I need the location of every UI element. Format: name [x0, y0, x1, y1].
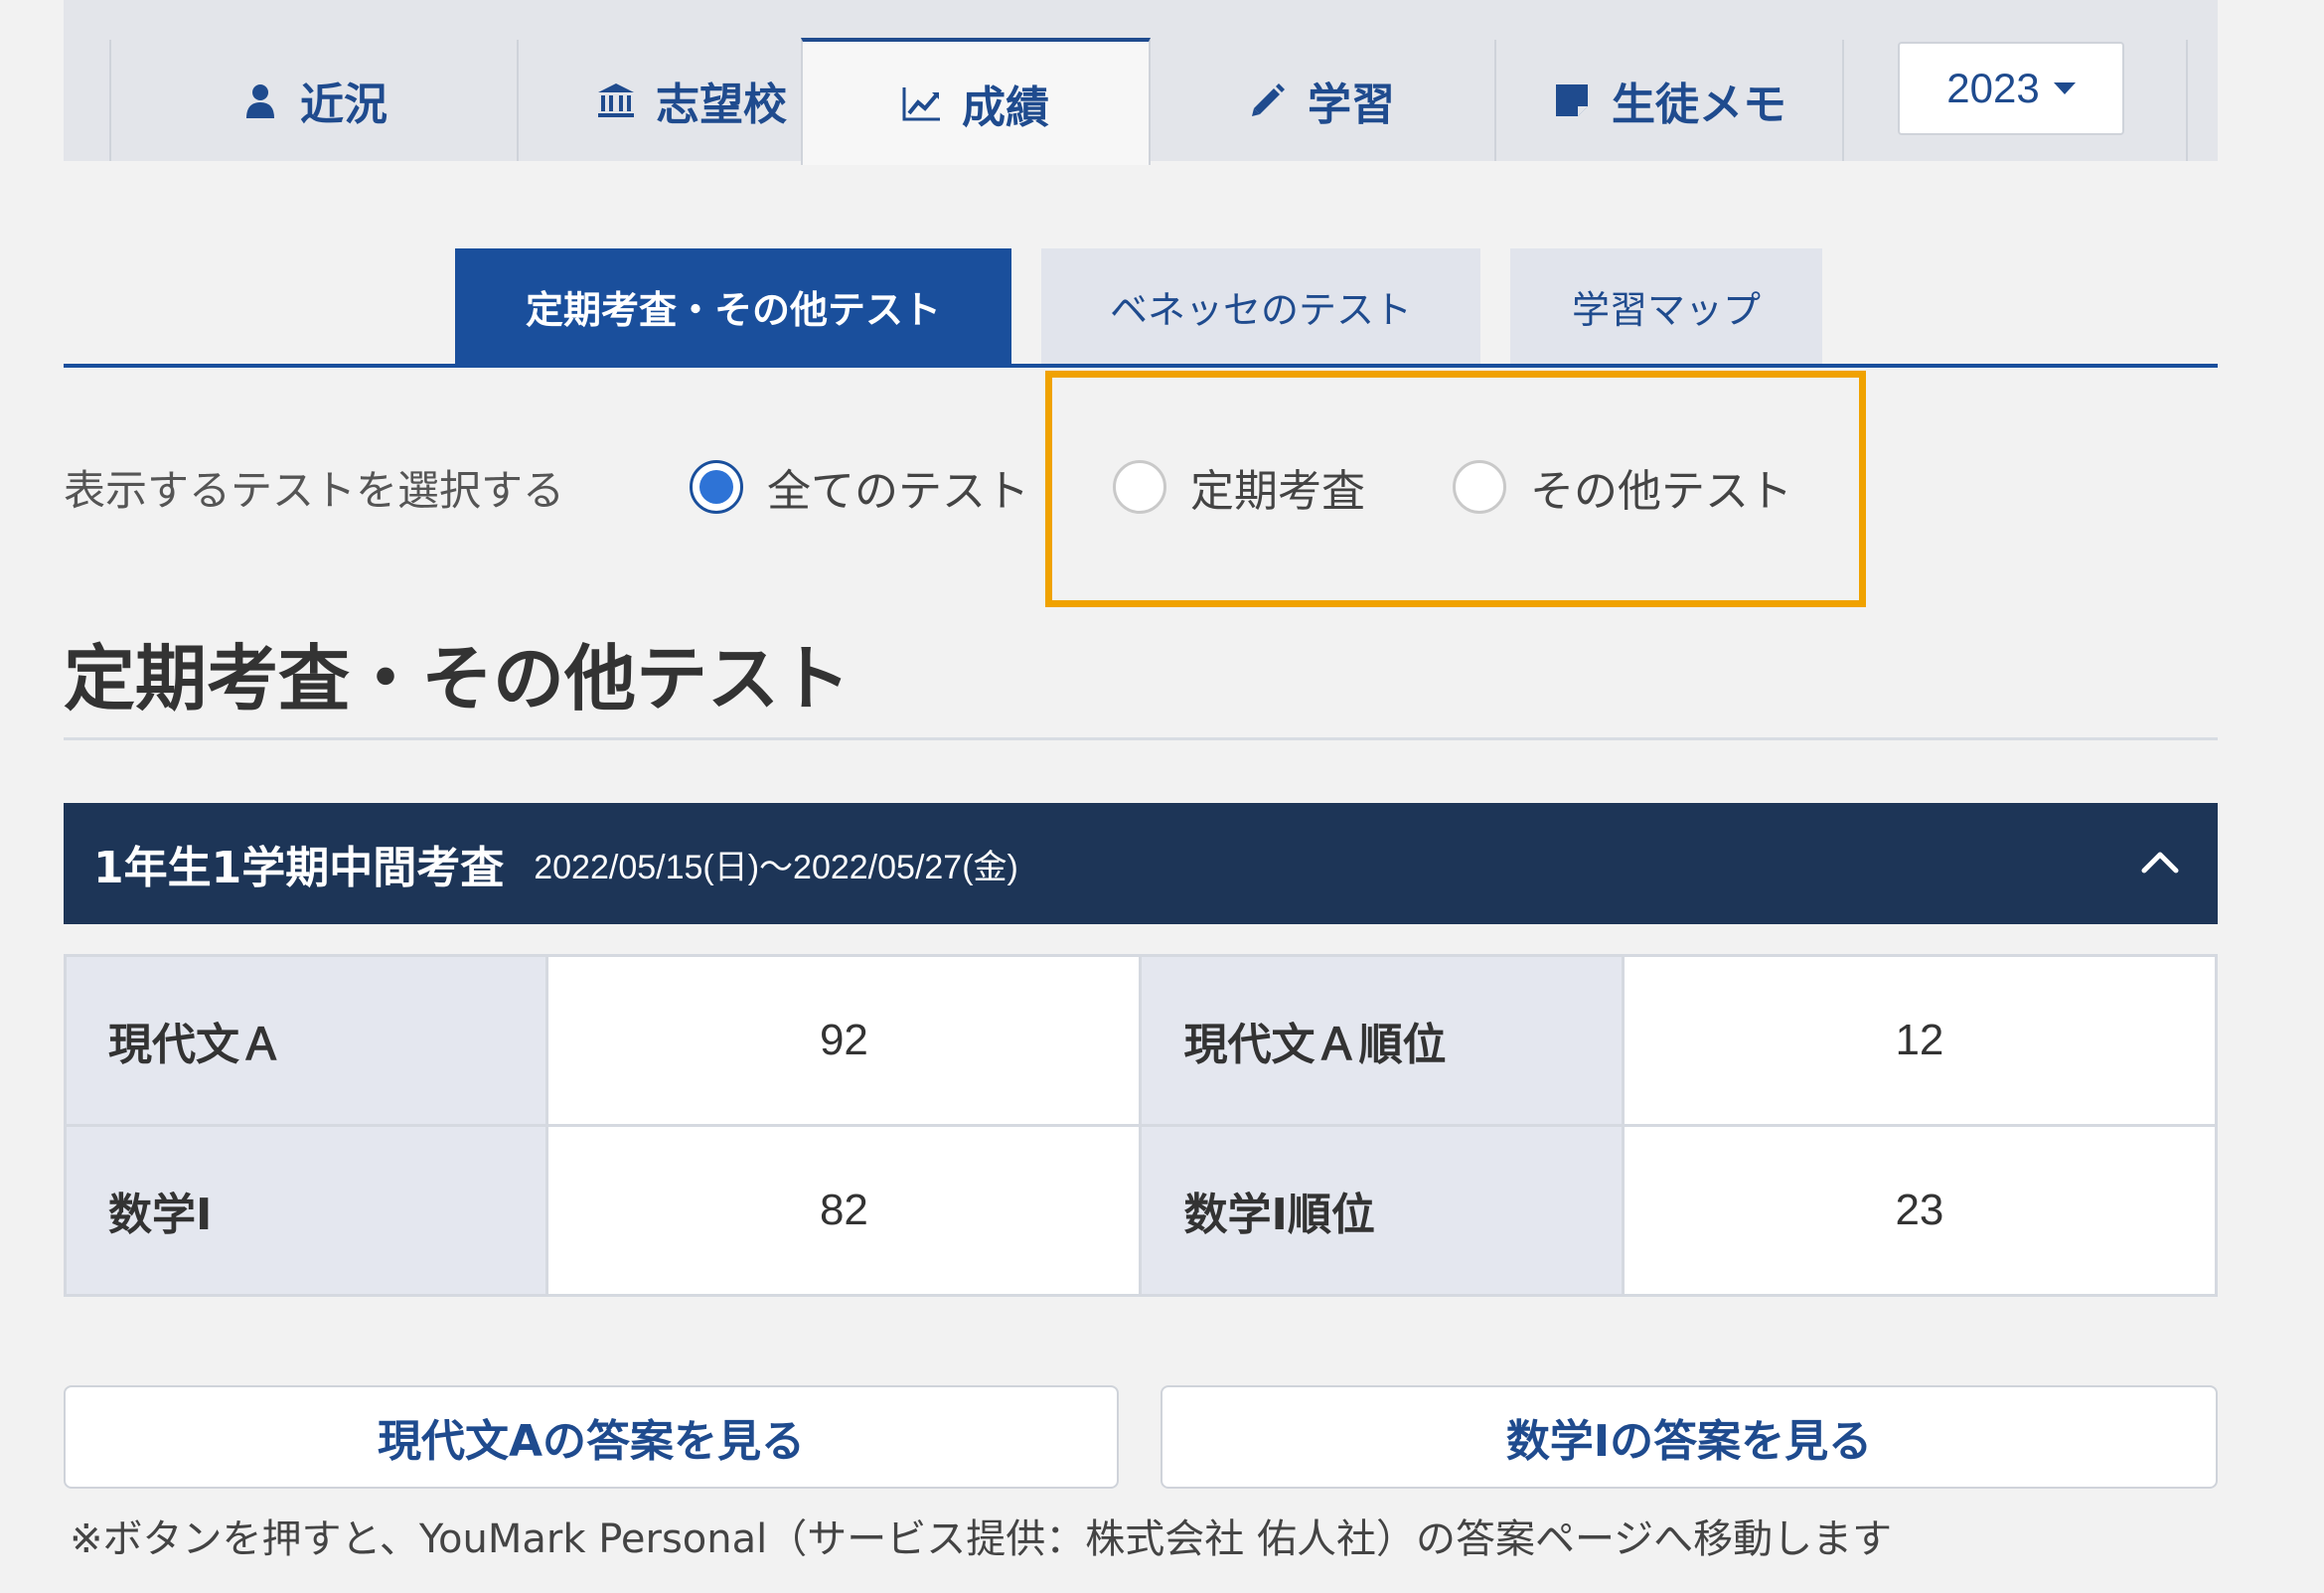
subtab-benesse-tests-label: ベネッセのテスト — [1109, 287, 1412, 332]
tab-target-schools-label: 志望校 — [656, 80, 787, 130]
score-table: 現代文Ａ 92 現代文Ａ順位 12 数学Ⅰ 82 数学Ⅰ順位 23 — [63, 954, 2219, 1297]
line-chart-icon — [902, 87, 940, 121]
section-divider — [64, 737, 2218, 740]
view-answer-japanese-button[interactable]: 現代文Aの答案を見る — [64, 1385, 1119, 1489]
note-icon — [1556, 84, 1588, 116]
pencil-icon — [1252, 83, 1285, 116]
chevron-up-icon[interactable] — [2138, 841, 2182, 884]
tab-student-memo-label: 生徒メモ — [1612, 80, 1786, 130]
exam-header[interactable]: 1年生1学期中間考査 2022/05/15(日)〜2022/05/27(金) — [64, 803, 2218, 924]
radio-all-tests[interactable]: 全てのテスト — [690, 455, 1029, 519]
subject-name: 数学Ⅰ — [63, 1124, 549, 1297]
test-filter-label: 表示するテストを選択する — [64, 466, 565, 515]
tab-study-label: 学習 — [1308, 80, 1395, 130]
exam-dates: 2022/05/15(日)〜2022/05/27(金) — [534, 848, 1018, 886]
subject-name: 現代文Ａ — [63, 954, 549, 1127]
exam-name: 1年生1学期中間考査 — [93, 843, 505, 893]
tab-recent[interactable]: 近況 — [111, 40, 517, 161]
user-icon — [246, 84, 274, 118]
view-answer-math-button[interactable]: 数学Ⅰの答案を見る — [1161, 1385, 2218, 1489]
year-select[interactable]: 2023 — [1898, 42, 2124, 135]
highlight-annotation-box — [1045, 371, 1866, 607]
tab-divider — [2186, 40, 2188, 161]
subtab-periodic-tests-label: 定期考査・その他テスト — [525, 287, 941, 332]
main-tab-bar: 近況 志望校 成績 学習 生徒メモ 2023 — [64, 0, 2218, 165]
subtab-learning-map-label: 学習マップ — [1571, 287, 1761, 332]
tab-divider — [1842, 40, 1844, 161]
redirect-note: ※ボタンを押すと、YouMark Personal（サービス提供：株式会社 佑人… — [70, 1516, 1893, 1562]
tab-grades[interactable]: 成績 — [801, 38, 1151, 165]
subtab-learning-map[interactable]: 学習マップ — [1510, 248, 1822, 364]
subtab-periodic-tests[interactable]: 定期考査・その他テスト — [455, 248, 1011, 364]
tab-student-memo[interactable]: 生徒メモ — [1496, 40, 1842, 161]
tab-recent-label: 近況 — [300, 80, 387, 130]
table-row: 現代文Ａ 92 現代文Ａ順位 12 — [63, 954, 2219, 1127]
radio-all-tests-label: 全てのテスト — [767, 466, 1029, 517]
radio-button-checked[interactable] — [690, 460, 743, 514]
subject-score: 92 — [545, 954, 1143, 1127]
subtab-underline — [64, 364, 2218, 368]
rank-label: 現代文Ａ順位 — [1139, 954, 1625, 1127]
rank-label: 数学Ⅰ順位 — [1139, 1124, 1625, 1297]
table-row: 数学Ⅰ 82 数学Ⅰ順位 23 — [63, 1124, 2219, 1297]
tab-grades-label: 成績 — [962, 82, 1049, 133]
subtab-benesse-tests[interactable]: ベネッセのテスト — [1041, 248, 1480, 364]
rank-value: 12 — [1621, 954, 2219, 1127]
rank-value: 23 — [1621, 1124, 2219, 1297]
institution-icon — [598, 83, 634, 117]
subject-score: 82 — [545, 1124, 1143, 1297]
caret-down-icon — [2053, 82, 2076, 94]
tab-study[interactable]: 学習 — [1149, 40, 1494, 161]
year-select-value: 2023 — [1946, 65, 2040, 111]
section-title: 定期考査・その他テスト — [64, 637, 852, 720]
